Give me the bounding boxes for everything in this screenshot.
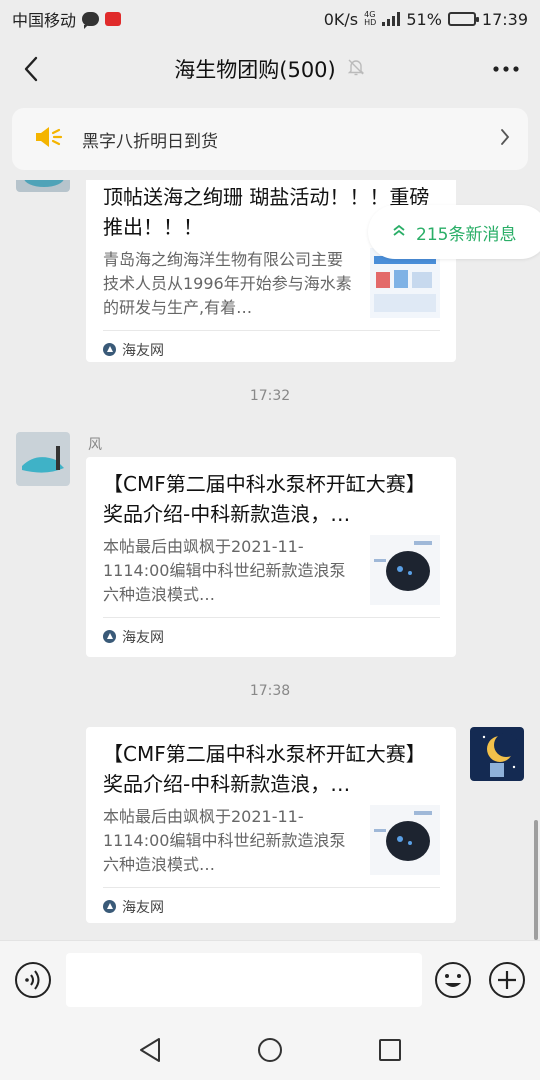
sender-name: 风 bbox=[88, 437, 102, 453]
timestamp: 17:32 bbox=[249, 388, 291, 404]
source-label: 海友网 bbox=[122, 629, 164, 646]
square-recent-icon[interactable] bbox=[374, 1034, 406, 1066]
scrollbar[interactable] bbox=[534, 820, 538, 940]
card-title: 【CMF第二届中科水泵杯开缸大赛】奖品介绍-中科新款造浪，… bbox=[103, 472, 426, 526]
card-description: 青岛海之绚海洋生物有限公司主要技术人员从1996年开始参与海水素的研发与生产,有… bbox=[103, 250, 352, 317]
network-type-icon: 4G HD bbox=[364, 10, 377, 27]
chat-title: 海生物团购(500) bbox=[174, 58, 336, 82]
chat-messages[interactable]: 顶帖送海之绚珊 瑚盐活动！！！重磅推出！！！ 青岛海之绚海洋生物有限公司主要技术… bbox=[0, 180, 540, 940]
message-notification-icon bbox=[82, 12, 100, 29]
chevron-right-icon bbox=[500, 128, 510, 150]
message-input[interactable] bbox=[66, 953, 422, 1007]
status-bar: 中国移动 0K/s 4G HD 51% 17:39 bbox=[0, 0, 540, 38]
more-dots-icon[interactable] bbox=[486, 52, 526, 86]
chat-header: 海生物团购(500) bbox=[0, 38, 540, 100]
avatar[interactable] bbox=[16, 180, 70, 192]
card-title: 【CMF第二届中科水泵杯开缸大赛】奖品介绍-中科新款造浪，… bbox=[103, 742, 426, 796]
double-chevron-up-icon bbox=[392, 222, 406, 242]
new-messages-label: 215条新消息 bbox=[416, 224, 517, 245]
source-logo-icon bbox=[103, 343, 116, 356]
avatar[interactable] bbox=[16, 432, 70, 486]
battery-icon bbox=[447, 12, 479, 26]
app-notification-icon bbox=[105, 12, 122, 26]
card-description: 本帖最后由飒枫于2021-11-1114:00编辑中科世纪新款造浪泵六种造浪模式… bbox=[103, 807, 346, 874]
emoji-icon[interactable] bbox=[434, 961, 472, 999]
link-card[interactable]: 【CMF第二届中科水泵杯开缸大赛】奖品介绍-中科新款造浪，… 本帖最后由飒枫于2… bbox=[86, 727, 456, 923]
source-logo-icon bbox=[103, 900, 116, 913]
plus-circle-icon[interactable] bbox=[488, 961, 526, 999]
clock: 17:39 bbox=[481, 9, 528, 29]
signal-icon bbox=[382, 12, 401, 26]
card-thumbnail bbox=[370, 535, 440, 605]
back-chevron-icon[interactable] bbox=[14, 52, 48, 86]
card-source: 海友网 bbox=[103, 617, 440, 655]
battery-percent: 51% bbox=[406, 9, 442, 29]
carrier-label: 中国移动 bbox=[12, 11, 77, 30]
voice-icon[interactable] bbox=[14, 961, 52, 999]
source-label: 海友网 bbox=[122, 899, 164, 916]
speaker-icon bbox=[34, 125, 64, 153]
notice-text: 黑字八折明日到货 bbox=[82, 131, 218, 152]
card-source: 海友网 bbox=[103, 330, 440, 368]
my-avatar[interactable] bbox=[470, 727, 524, 781]
new-messages-button[interactable]: 215条新消息 bbox=[368, 205, 540, 259]
card-description: 本帖最后由飒枫于2021-11-1114:00编辑中科世纪新款造浪泵六种造浪模式… bbox=[103, 537, 346, 604]
group-notice-bar[interactable]: 黑字八折明日到货 bbox=[12, 108, 528, 170]
card-source: 海友网 bbox=[103, 887, 440, 925]
circle-home-icon[interactable] bbox=[254, 1034, 286, 1066]
source-logo-icon bbox=[103, 630, 116, 643]
triangle-back-icon[interactable] bbox=[134, 1034, 166, 1066]
link-card[interactable]: 【CMF第二届中科水泵杯开缸大赛】奖品介绍-中科新款造浪，… 本帖最后由飒枫于2… bbox=[86, 457, 456, 657]
network-speed: 0K/s bbox=[323, 9, 359, 29]
system-navigation bbox=[0, 1020, 540, 1080]
bell-muted-icon bbox=[346, 57, 366, 82]
input-bar bbox=[0, 940, 540, 1020]
card-thumbnail bbox=[370, 805, 440, 875]
source-label: 海友网 bbox=[122, 342, 164, 359]
timestamp: 17:38 bbox=[249, 683, 291, 699]
